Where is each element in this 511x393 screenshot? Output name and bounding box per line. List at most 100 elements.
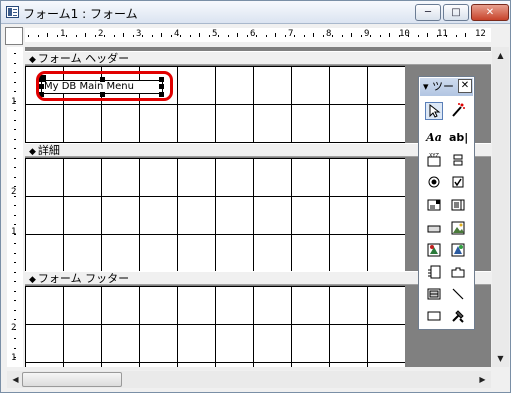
ruler-tick [389, 33, 390, 37]
scroll-down-arrow-icon[interactable]: ▼ [492, 350, 509, 367]
close-button[interactable]: ✕ [471, 4, 509, 21]
subform-icon[interactable] [425, 286, 443, 304]
ruler-tick [104, 35, 105, 37]
image-icon[interactable] [449, 220, 467, 238]
ruler-tick [161, 33, 162, 37]
toolbox-menu-icon[interactable]: ▾ [423, 80, 429, 93]
ruler-number: 9 [364, 29, 370, 39]
ruler-tick [14, 252, 16, 254]
toolbox-panel[interactable]: ▾ ツー ✕ Aa ab| XYZ [418, 76, 475, 330]
ruler-tick [351, 33, 352, 37]
ruler-tick [294, 35, 295, 37]
ruler-corner-selector[interactable] [5, 27, 23, 45]
form-icon [6, 6, 19, 18]
ruler-tick [14, 319, 16, 320]
check-box-icon[interactable] [449, 174, 467, 192]
highlight-annotation [36, 71, 173, 101]
combo-box-icon[interactable] [425, 197, 443, 215]
ruler-tick [151, 35, 153, 37]
ruler-tick [455, 35, 457, 37]
ruler-number: 5 [212, 29, 218, 39]
size-grip[interactable] [492, 371, 509, 388]
ruler-tick [189, 35, 191, 37]
ruler-tick [37, 35, 39, 37]
title-bar[interactable]: フォーム1 : フォーム ─ □ ✕ [1, 1, 510, 24]
ruler-tick [14, 271, 16, 273]
ruler-tick [47, 33, 48, 37]
toolbox-title-bar[interactable]: ▾ ツー ✕ [420, 78, 473, 96]
ruler-tick [56, 35, 58, 37]
ruler-tick [265, 35, 267, 37]
command-button-icon[interactable] [425, 220, 443, 238]
ruler-number: 1 [60, 29, 66, 39]
detail-grid[interactable] [25, 158, 405, 271]
form-header-label: フォーム ヘッダー [37, 52, 130, 65]
more-controls-icon[interactable] [449, 308, 467, 326]
label-tool-icon[interactable]: Aa [425, 129, 443, 147]
ruler-tick [14, 214, 16, 216]
toolbox-title: ツー [432, 80, 455, 93]
line-tool-icon[interactable] [449, 286, 467, 304]
ruler-number: 1 [11, 227, 17, 237]
text-box-tool-icon[interactable]: ab| [449, 129, 468, 147]
ruler-tick [313, 33, 314, 37]
horizontal-scroll-thumb[interactable] [22, 372, 122, 387]
minimize-button[interactable]: ─ [415, 4, 441, 21]
ruler-tick [14, 91, 16, 92]
ruler-tick [85, 33, 86, 37]
bound-object-frame-icon[interactable] [449, 242, 467, 260]
ruler-number: 11 [437, 29, 448, 39]
form-header-bar[interactable]: ◆ フォーム ヘッダー [25, 51, 491, 65]
ruler-tick [14, 281, 16, 282]
maximize-button[interactable]: □ [443, 4, 469, 21]
ruler-tick [14, 328, 16, 330]
ruler-tick [14, 224, 16, 225]
ruler-tick [218, 35, 219, 37]
ruler-tick [398, 35, 400, 37]
form-footer-grid[interactable] [25, 286, 405, 367]
ruler-tick [14, 357, 16, 358]
ruler-tick [408, 35, 409, 37]
ruler-tick [14, 290, 16, 292]
ruler-tick [180, 35, 181, 37]
ruler-number: 3 [136, 29, 142, 39]
scroll-up-arrow-icon[interactable]: ▲ [492, 47, 509, 64]
rectangle-tool-icon[interactable] [425, 308, 443, 326]
page-break-icon[interactable] [425, 264, 443, 282]
ruler-tick [246, 35, 248, 37]
control-wizard-icon[interactable] [449, 102, 467, 120]
ruler-tick [14, 243, 16, 244]
ruler-tick [113, 35, 115, 37]
toggle-button-icon[interactable] [449, 152, 467, 170]
option-button-icon[interactable] [425, 174, 443, 192]
ruler-tick [199, 33, 200, 37]
horizontal-ruler[interactable]: 1 2 3 4 5 6 7 8 9 10 11 12 [25, 28, 491, 42]
ruler-tick [341, 35, 343, 37]
list-box-icon[interactable] [449, 197, 467, 215]
ruler-tick [14, 81, 16, 83]
ruler-number: 2 [98, 29, 104, 39]
ruler-number: 6 [250, 29, 256, 39]
ruler-number: 12 [475, 29, 486, 39]
ruler-tick [170, 35, 172, 37]
vertical-ruler[interactable]: 1 2 1 2 1 [7, 47, 23, 367]
svg-text:XYZ: XYZ [429, 153, 439, 159]
scroll-right-arrow-icon[interactable]: ▶ [474, 371, 491, 388]
ruler-number: 1 [11, 353, 17, 363]
select-objects-icon[interactable] [425, 102, 443, 120]
ruler-tick [28, 35, 29, 37]
ruler-tick [14, 119, 16, 121]
vertical-scrollbar[interactable]: ▲ ▼ [492, 47, 509, 367]
window-title: フォーム1 : フォーム [23, 7, 138, 21]
horizontal-scrollbar[interactable]: ◀ ▶ [7, 371, 491, 388]
toolbox-close-button[interactable]: ✕ [458, 79, 472, 93]
ruler-tick [14, 195, 16, 197]
tab-control-icon[interactable] [449, 264, 467, 282]
ruler-tick [75, 35, 77, 37]
unbound-object-frame-icon[interactable] [425, 242, 443, 260]
ruler-number: 8 [326, 29, 332, 39]
option-group-icon[interactable]: XYZ [425, 152, 443, 170]
ruler-tick [142, 35, 143, 37]
ruler-tick [465, 33, 466, 37]
ruler-tick [14, 62, 16, 64]
